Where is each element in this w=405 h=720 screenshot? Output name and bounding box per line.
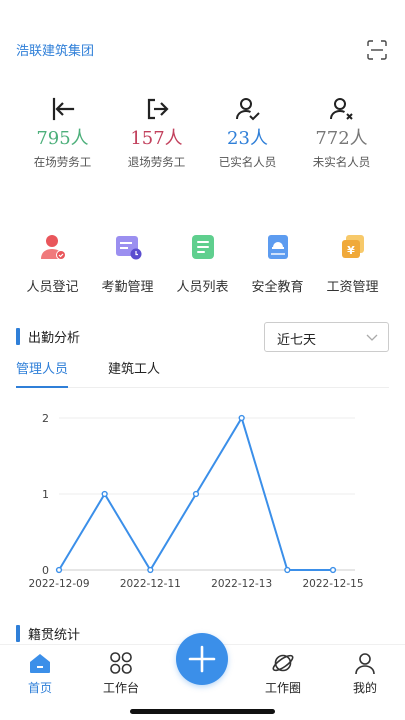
nav-workbench[interactable]: 工作台	[86, 651, 156, 696]
data-point	[55, 566, 63, 574]
stat-unverified[interactable]: 772人 未实名人员	[291, 96, 392, 170]
data-point	[238, 414, 245, 422]
action-label: 工资管理	[326, 280, 379, 295]
nav-profile[interactable]: 我的	[330, 651, 400, 696]
attendance-section-title: 出勤分析	[16, 327, 81, 346]
action-attendance[interactable]: 考勤管理	[87, 232, 168, 295]
action-safety-education[interactable]: 安全教育	[237, 232, 318, 295]
nav-label: 工作圈	[264, 681, 301, 695]
nav-label: 工作台	[102, 681, 139, 695]
chevron-down-icon	[366, 334, 378, 341]
x-tick-label: 2022-12-13	[211, 578, 272, 590]
home-indicator	[130, 709, 275, 714]
attendance-tabs: 管理人员 建筑工人	[16, 356, 389, 388]
salary-icon: ¥	[341, 235, 364, 258]
range-select[interactable]: 近七天	[264, 322, 389, 352]
arrow-left-in-icon	[52, 97, 74, 121]
data-point	[101, 490, 108, 498]
action-label: 安全教育	[251, 280, 304, 295]
plus-icon	[188, 645, 216, 673]
planet-icon	[272, 654, 294, 672]
x-tick-label: 2022-12-15	[302, 578, 363, 590]
tab-workers[interactable]: 建筑工人	[108, 358, 160, 388]
stat-label: 在场劳务工	[33, 155, 92, 169]
bottom-tabbar: 首页 工作台 工作圈 我的	[0, 633, 405, 720]
y-tick-label: 1	[42, 488, 49, 501]
section-accent-bar	[16, 327, 20, 345]
header: 浩联建筑集团	[16, 38, 389, 62]
section-title-text: 出勤分析	[28, 330, 81, 346]
stat-value: 157人	[130, 128, 183, 149]
action-person-list[interactable]: 人员列表	[162, 232, 243, 295]
x-tick-label: 2022-12-11	[120, 578, 181, 590]
stat-verified[interactable]: 23人 已实名人员	[197, 96, 298, 170]
tab-managers[interactable]: 管理人员	[16, 358, 69, 388]
data-point	[147, 566, 154, 574]
attendance-icon	[115, 236, 141, 260]
list-icon	[191, 235, 214, 259]
helmet-book-icon	[267, 235, 288, 259]
profile-icon	[355, 653, 375, 675]
scan-icon[interactable]	[367, 40, 387, 60]
action-label: 考勤管理	[101, 280, 154, 295]
stat-value: 23人	[227, 128, 268, 149]
x-tick-label: 2022-12-09	[28, 578, 89, 590]
nav-home[interactable]: 首页	[5, 651, 75, 696]
section-title-text: 籍贯统计	[28, 627, 81, 643]
attendance-line-chart: 0 1 2 2022-12-09 2022-12-11 2022-12-13 2022-12…	[28, 412, 363, 590]
stat-label: 已实名人员	[218, 155, 277, 169]
home-icon	[30, 654, 50, 673]
action-salary[interactable]: ¥ 工资管理	[312, 232, 393, 295]
y-tick-label: 0	[42, 564, 49, 577]
user-x-icon	[329, 98, 353, 120]
action-label: 人员登记	[26, 280, 79, 295]
stat-label: 退场劳务工	[127, 155, 186, 169]
y-tick-label: 2	[42, 412, 49, 425]
data-point	[329, 566, 337, 574]
person-register-icon	[40, 235, 66, 260]
nav-work-circle[interactable]: 工作圈	[248, 651, 318, 696]
stat-exited[interactable]: 157人 退场劳务工	[106, 96, 207, 170]
section-accent-bar	[16, 624, 20, 642]
user-check-icon	[235, 98, 260, 121]
stat-value: 795人	[36, 128, 89, 149]
range-selected-value: 近七天	[277, 333, 317, 348]
stat-onsite[interactable]: 795人 在场劳务工	[12, 96, 113, 170]
stat-value: 772人	[315, 128, 368, 149]
add-button[interactable]	[176, 633, 228, 685]
stat-label: 未实名人员	[312, 155, 371, 169]
nav-label: 首页	[27, 681, 52, 695]
action-label: 人员列表	[176, 280, 229, 295]
origin-section-title: 籍贯统计	[16, 624, 81, 643]
action-person-register[interactable]: 人员登记	[12, 232, 93, 295]
data-point	[284, 566, 291, 574]
worker-stats: 795人 在场劳务工 157人 退场劳务工 23人 已实名人员 772人 未实名…	[0, 96, 405, 186]
data-point	[192, 490, 200, 498]
quick-actions: 人员登记 考勤管理 人员列表 安全教育 ¥ 工资管理	[0, 232, 405, 300]
workbench-icon	[110, 652, 132, 674]
arrow-right-out-icon	[147, 98, 169, 120]
org-name[interactable]: 浩联建筑集团	[16, 40, 94, 59]
nav-label: 我的	[352, 681, 377, 695]
svg-text:¥: ¥	[347, 244, 355, 257]
